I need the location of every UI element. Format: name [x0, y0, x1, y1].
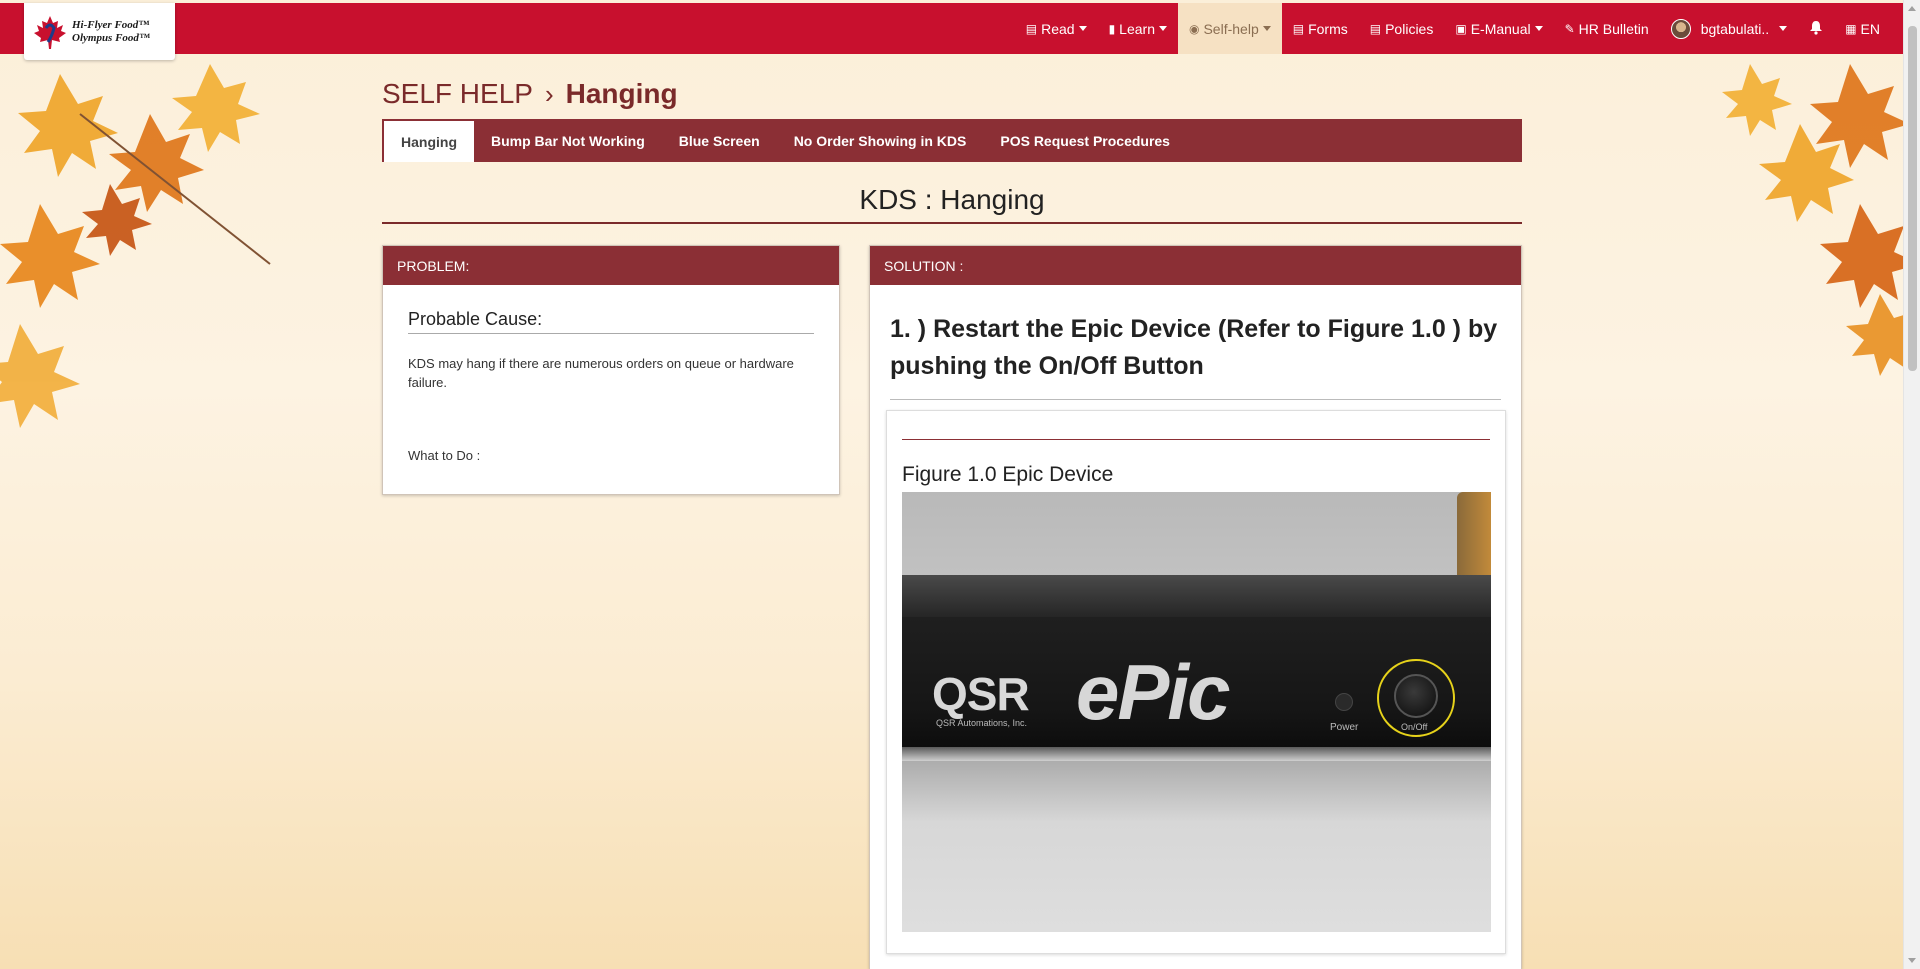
form-icon: ▤ [1292, 21, 1305, 36]
on-off-label: On/Off [1401, 722, 1428, 732]
problem-header: PROBLEM: [383, 246, 839, 285]
probable-cause-title: Probable Cause: [408, 309, 814, 334]
probable-cause-text: KDS may hang if there are numerous order… [408, 356, 794, 390]
bell-icon [1809, 20, 1823, 38]
problem-body: Probable Cause: KDS may hang if there ar… [383, 285, 839, 487]
solution-panel: SOLUTION : 1. ) Restart the Epic Device … [869, 245, 1522, 969]
scrollbar-thumb[interactable] [1908, 26, 1917, 371]
caret-down-icon [1262, 26, 1271, 31]
nav-learn[interactable]: ▮ Learn [1098, 3, 1178, 54]
nav-learn-label: Learn [1119, 20, 1155, 37]
nav-read[interactable]: ▤ Read [1015, 3, 1098, 54]
autumn-leaves-left-decoration [0, 54, 300, 454]
nav-hrbulletin[interactable]: ✎ HR Bulletin [1554, 3, 1660, 54]
notifications-button[interactable] [1798, 3, 1834, 54]
caret-down-icon [1534, 26, 1543, 31]
brand-line1: Hi-Flyer Food™ [72, 18, 150, 31]
tab-bump-bar-not-working[interactable]: Bump Bar Not Working [474, 119, 662, 162]
nav-forms[interactable]: ▤ Forms [1282, 3, 1359, 54]
top-navbar: Hi-Flyer Food™ Olympus Food™ ▤ Read ▮ Le… [0, 3, 1903, 60]
breadcrumb: SELF HELP › Hanging [382, 78, 678, 110]
newspaper-icon: ▤ [1025, 21, 1038, 36]
page-title: KDS : Hanging [859, 184, 1045, 215]
epic-logo: ePic [1076, 648, 1230, 736]
avatar [1670, 18, 1691, 39]
scroll-up-icon[interactable] [1908, 6, 1916, 11]
nav-forms-label: Forms [1308, 20, 1348, 37]
brand-line2: Olympus Food™ [72, 31, 150, 44]
nav-read-label: Read [1041, 20, 1075, 37]
nav-policies[interactable]: ▤ Policies [1359, 3, 1445, 54]
device-front-panel: QSR QSR Automations, Inc. ePic Power On/… [902, 617, 1491, 747]
tab-pos-request-procedures[interactable]: POS Request Procedures [983, 119, 1187, 162]
self-help-tabs: Hanging Bump Bar Not Working Blue Screen… [382, 119, 1522, 162]
language-selector[interactable]: ▦ EN [1834, 3, 1891, 54]
autumn-leaves-right-decoration [1650, 54, 1920, 384]
language-label: EN [1860, 20, 1880, 37]
power-led-icon [1335, 693, 1353, 711]
qsr-subtext: QSR Automations, Inc. [936, 718, 1028, 728]
breadcrumb-current: Hanging [565, 78, 678, 109]
problem-panel: PROBLEM: Probable Cause: KDS may hang if… [382, 245, 840, 495]
caret-down-icon [1078, 26, 1087, 31]
device-top [902, 575, 1491, 621]
nav-hrbulletin-label: HR Bulletin [1578, 20, 1649, 37]
solution-step-1: 1. ) Restart the Epic Device (Refer to F… [890, 311, 1501, 400]
user-name: bgtabulati.. [1700, 20, 1770, 37]
solution-header: SOLUTION : [870, 246, 1521, 285]
page-scrollbar[interactable] [1903, 0, 1920, 969]
epic-device-photo: QSR QSR Automations, Inc. ePic Power On/… [902, 492, 1491, 932]
figure-divider [902, 439, 1490, 440]
scroll-down-icon[interactable] [1908, 958, 1916, 963]
manual-icon: ▣ [1455, 21, 1467, 36]
solution-body: 1. ) Restart the Epic Device (Refer to F… [870, 285, 1521, 954]
nav-selfhelp[interactable]: ◉ Self-help [1177, 3, 1282, 54]
title-divider [382, 222, 1522, 224]
breadcrumb-section[interactable]: SELF HELP [382, 78, 533, 110]
device-shadow [902, 747, 1491, 761]
language-icon: ▦ [1845, 21, 1857, 36]
caret-down-icon [1779, 26, 1788, 31]
tab-hanging[interactable]: Hanging [384, 121, 474, 162]
lifebuoy-icon: ◉ [1188, 21, 1200, 36]
nav-emanual[interactable]: ▣ E-Manual [1444, 3, 1553, 54]
tab-label: Bump Bar Not Working [491, 132, 645, 149]
nav-user-menu[interactable]: bgtabulati.. [1660, 3, 1799, 54]
book-icon: ▮ [1108, 21, 1116, 36]
on-off-button-icon [1394, 674, 1438, 718]
power-label: Power [1330, 722, 1359, 733]
qsr-logo: QSR [932, 668, 1030, 720]
what-to-do-label: What to Do : [408, 448, 481, 463]
nav-menu: ▤ Read ▮ Learn ◉ Self-help ▤ Forms ▤ Pol… [1015, 3, 1891, 54]
brand-name: Hi-Flyer Food™ Olympus Food™ [72, 19, 150, 45]
nav-emanual-label: E-Manual [1470, 20, 1531, 37]
tab-label: Blue Screen [678, 132, 760, 149]
nav-selfhelp-label: Self-help [1203, 20, 1259, 37]
figure-caption: Figure 1.0 Epic Device [902, 463, 1114, 486]
brand-logo[interactable]: Hi-Flyer Food™ Olympus Food™ [24, 3, 175, 60]
tab-no-order-showing[interactable]: No Order Showing in KDS [777, 119, 984, 162]
figure-card: Figure 1.0 Epic Device QSR QSR Automatio… [886, 410, 1506, 954]
nav-policies-label: Policies [1385, 20, 1434, 37]
document-icon: ▤ [1369, 21, 1382, 36]
maple-leaf-icon [32, 14, 68, 50]
chevron-right-icon: › [544, 78, 554, 109]
caret-down-icon [1158, 26, 1167, 31]
tab-blue-screen[interactable]: Blue Screen [662, 119, 777, 162]
pin-icon: ✎ [1564, 21, 1575, 36]
tab-label: Hanging [401, 133, 457, 150]
tab-label: POS Request Procedures [1000, 132, 1170, 149]
tab-label: No Order Showing in KDS [793, 132, 967, 149]
